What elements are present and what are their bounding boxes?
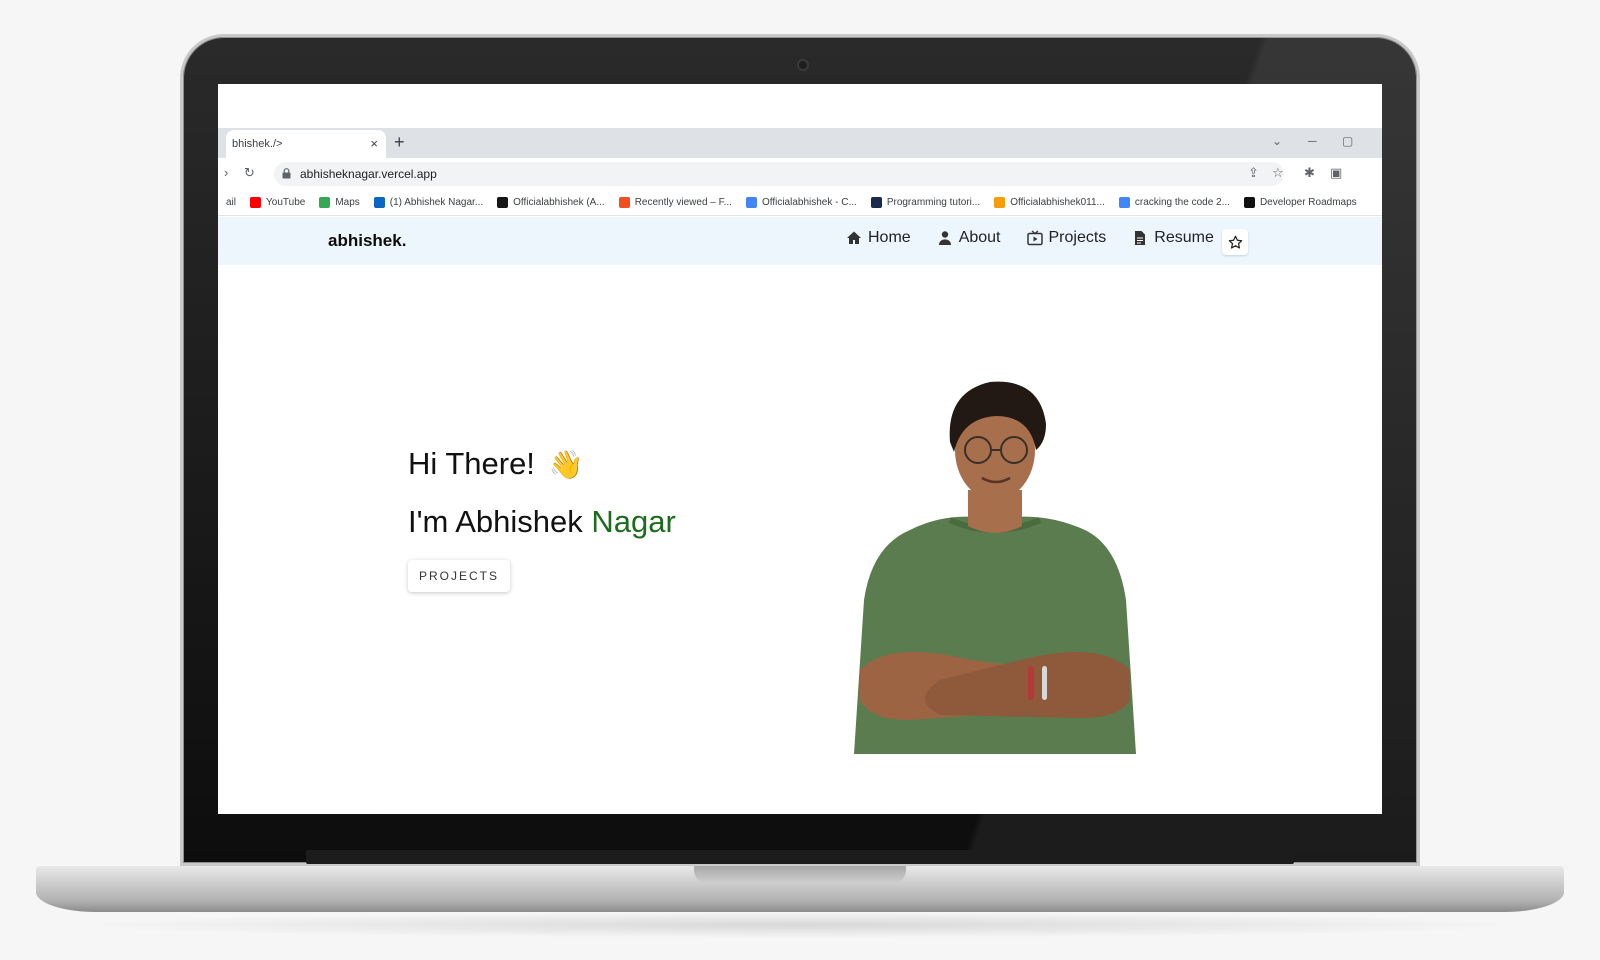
projects-button[interactable]: PROJECTS [408,560,510,592]
nav-projects-label: Projects [1048,229,1107,246]
site-menu: Home About Projects Resume [846,229,1214,247]
browser-tabstrip: bhishek./> × + ⌄ ─ ▢ [218,128,1382,158]
bookmark-label: Programming tutori... [886,197,981,208]
minimize-icon[interactable]: ─ [1308,134,1317,148]
laptop-shadow [60,912,1540,938]
laptop-screen: bhishek./> × + ⌄ ─ ▢ › ↻ abhisheknagar.v… [218,84,1382,814]
maximize-icon[interactable]: ▢ [1342,134,1353,148]
laptop-hinge [306,850,1294,864]
linkedin-icon [373,197,385,208]
roadmap-icon [1243,197,1255,208]
intro-prefix: I'm Abhishek [408,504,583,539]
share-icon[interactable]: ⇪ [1248,165,1259,181]
youtube-icon [250,197,262,208]
url-text: abhisheknagar.vercel.app [300,167,437,181]
lock-icon [282,168,291,179]
github-icon [497,197,509,208]
docs-icon [1118,197,1130,208]
maps-icon [319,197,331,208]
webcam [797,59,809,71]
hero-intro: I'm Abhishek Nagar [408,504,676,540]
bookmark-label: YouTube [266,197,306,208]
bookmark-label: Maps [335,197,360,208]
wave-emoji-icon: 👋 [548,448,584,480]
hero-greeting: Hi There! 👋 [408,446,584,482]
forward-icon[interactable]: › [224,165,228,180]
bookmark-label: Officialabhishek011... [1010,197,1105,208]
bookmark-item[interactable]: cracking the code 2... [1118,197,1230,208]
bookmark-item[interactable]: YouTube [250,197,305,208]
nav-home-label: Home [868,229,911,246]
tab-search-icon[interactable]: ⌄ [1272,134,1282,148]
nav-about[interactable]: About [937,229,1001,247]
greeting-text: Hi There! [408,446,535,481]
bookmark-label: cracking the code 2... [1134,197,1230,208]
bookmark-label: Developer Roadmaps [1259,197,1357,208]
bookmark-label: Recently viewed – F... [634,197,732,208]
browser-tab[interactable]: bhishek./> × [226,130,386,158]
figma-icon [618,197,630,208]
bookmark-item[interactable]: Officialabhishek (A... [497,197,605,208]
nav-about-label: About [958,229,1001,246]
bookmark-label: Officialabhishek (A... [513,197,605,208]
codepen-icon [994,197,1006,208]
extensions-icon[interactable]: ✱ [1304,165,1315,181]
bookmark-item[interactable]: Recently viewed – F... [618,197,732,208]
bookmark-item[interactable]: Developer Roadmaps [1243,197,1357,208]
bookmark-item[interactable]: ail [226,197,236,208]
nav-resume-label: Resume [1154,229,1214,246]
address-bar[interactable]: abhisheknagar.vercel.app [274,162,1284,186]
nav-home[interactable]: Home [846,229,911,247]
github-star-button[interactable] [1222,229,1248,255]
site-navbar: abhishek. Home About Projects Resume [218,217,1382,265]
bookmark-item[interactable]: Officialabhishek - C... [745,197,857,208]
document-icon [1135,231,1146,245]
new-tab-button[interactable]: + [394,132,405,153]
bookmark-item[interactable]: Officialabhishek011... [994,197,1105,208]
chart-icon [745,197,757,208]
user-icon [938,231,951,245]
reload-icon[interactable]: ↻ [244,165,255,181]
star-icon [1228,235,1242,249]
side-panel-icon[interactable]: ▣ [1330,165,1342,181]
laptop-notch [694,866,906,884]
site-logo[interactable]: abhishek. [328,231,406,251]
bookmark-item[interactable]: Maps [319,197,360,208]
profile-photo [854,381,1136,754]
bookmark-item[interactable]: Programming tutori... [870,197,981,208]
home-icon [847,231,861,244]
tab-close-icon[interactable]: × [370,136,378,151]
tv-icon [1026,230,1043,246]
nav-resume[interactable]: Resume [1132,229,1214,247]
bookmark-label: ail [226,197,237,208]
bookmark-star-icon[interactable]: ☆ [1272,165,1284,181]
hashnode-icon [870,197,882,208]
tab-title: bhishek./> [232,138,283,150]
bookmarks-bar: ail YouTube Maps (1) Abhishek Nagar... Offic… [218,190,1382,216]
browser-toolbar: › ↻ abhisheknagar.vercel.app ⇪ ☆ ✱ ▣ [218,158,1382,190]
nav-projects[interactable]: Projects [1026,229,1107,247]
bookmark-label: (1) Abhishek Nagar... [389,197,484,208]
bookmark-label: Officialabhishek - C... [761,197,857,208]
bookmark-item[interactable]: (1) Abhishek Nagar... [373,197,484,208]
intro-highlight: Nagar [591,504,676,539]
